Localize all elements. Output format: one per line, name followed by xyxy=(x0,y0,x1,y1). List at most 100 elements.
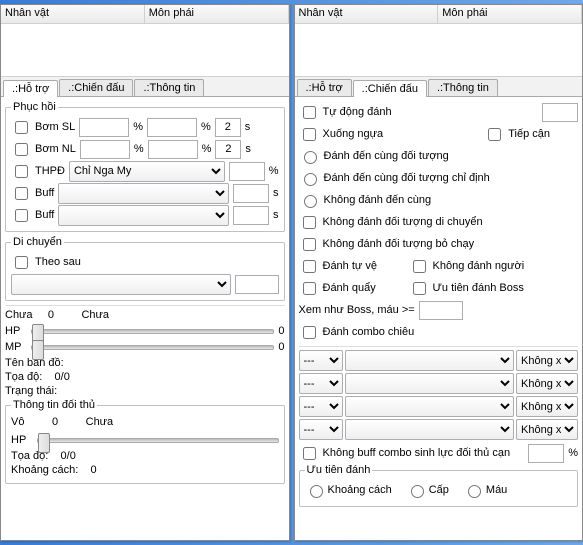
buff2-select[interactable] xyxy=(58,205,229,226)
tab-combat[interactable]: .:Chiến đấu xyxy=(353,80,427,97)
rad-prio-level[interactable] xyxy=(411,485,424,498)
tab-combat[interactable]: .:Chiến đấu xyxy=(59,79,133,96)
hp-slider[interactable] xyxy=(31,323,274,339)
chk-combo[interactable] xyxy=(303,326,316,339)
chk-buff1[interactable] xyxy=(15,187,28,200)
auto-attack-label: Tự động đánh xyxy=(323,106,392,118)
right-content: Tự động đánh Xuống ngựa Tiếp cận Đánh đế… xyxy=(295,97,583,540)
tab-support[interactable]: .:Hỗ trợ xyxy=(297,79,352,96)
prio-title: Ưu tiên đánh xyxy=(305,464,373,476)
left-panel: Nhân vật Môn phái .:Hỗ trợ .:Chiến đấu .… xyxy=(0,4,290,541)
combo2-b[interactable] xyxy=(345,373,515,394)
combo3-a[interactable]: --- xyxy=(299,396,343,417)
nl-pct2[interactable] xyxy=(148,140,198,159)
combo4-a[interactable]: --- xyxy=(299,419,343,440)
sl-pct1[interactable] xyxy=(79,118,129,137)
thpd-select[interactable]: Chỉ Nga My xyxy=(69,161,225,182)
enemy-coord-value: 0/0 xyxy=(61,450,76,462)
follow-label: Theo sau xyxy=(35,256,81,268)
rad-hit-until-fixed[interactable] xyxy=(304,173,317,186)
coord-label: Tọa độ: xyxy=(5,371,42,383)
chk-pump-sl[interactable] xyxy=(15,121,28,134)
nl-pct1[interactable] xyxy=(80,140,130,159)
unit-s: s xyxy=(245,121,251,133)
chk-self-defense[interactable] xyxy=(303,260,316,273)
chk-no-player[interactable] xyxy=(413,260,426,273)
sl-sec[interactable] xyxy=(215,118,241,137)
chk-follow[interactable] xyxy=(15,256,28,269)
chk-auto-attack[interactable] xyxy=(303,106,316,119)
tab-strip: .:Hỗ trợ .:Chiến đấu .:Thông tin xyxy=(295,77,583,97)
combo3-b[interactable] xyxy=(345,396,515,417)
enemy-dist-label: Khoảng cách: xyxy=(11,464,78,476)
char-grid-header: Nhân vật Môn phái xyxy=(295,5,583,24)
buff1-sec[interactable] xyxy=(233,184,269,203)
chk-pump-nl[interactable] xyxy=(15,143,28,156)
priority-group: Ưu tiên đánh Khoảng cách Cấp Máu xyxy=(299,464,579,507)
unit-s: s xyxy=(245,143,251,155)
thpd-pct[interactable] xyxy=(229,162,265,181)
combo2-a[interactable]: --- xyxy=(299,373,343,394)
char-grid-body[interactable] xyxy=(1,24,289,77)
mp-label: MP xyxy=(5,341,27,353)
nl-sec[interactable] xyxy=(215,140,241,159)
auto-attack-value[interactable] xyxy=(542,103,578,122)
boss-hp-input[interactable] xyxy=(419,301,463,320)
tab-support[interactable]: .:Hỗ trợ xyxy=(3,80,58,97)
buff2-sec[interactable] xyxy=(233,206,269,225)
combo2-c[interactable]: Không x xyxy=(516,373,578,394)
combo1-a[interactable]: --- xyxy=(299,350,343,371)
chk-spin[interactable] xyxy=(303,282,316,295)
rad-prio-hp[interactable] xyxy=(468,485,481,498)
tab-info[interactable]: .:Thông tin xyxy=(428,79,498,96)
chk-not-flee[interactable] xyxy=(303,238,316,251)
thpd-label: THPĐ xyxy=(35,165,65,177)
combo1-c[interactable]: Không x xyxy=(516,350,578,371)
rad-hit-until[interactable] xyxy=(304,151,317,164)
recovery-group: Phục hồi Bơm SL % % s Bơm NL % % s xyxy=(5,101,285,232)
combo4-b[interactable] xyxy=(345,419,515,440)
chk-boss-first[interactable] xyxy=(413,282,426,295)
chk-dismount[interactable] xyxy=(303,128,316,141)
rad-prio-dist[interactable] xyxy=(310,485,323,498)
enemy-hp-slider[interactable] xyxy=(37,432,279,448)
follow-select[interactable] xyxy=(11,274,231,295)
mp-slider[interactable] xyxy=(31,339,274,355)
chk-thpd[interactable] xyxy=(15,165,28,178)
hp-label: HP xyxy=(5,325,27,337)
follow-value[interactable] xyxy=(235,275,279,294)
chk-not-moving[interactable] xyxy=(303,216,316,229)
status-summary: Chưa 0 Chưa xyxy=(5,309,285,321)
mp-value: 0 xyxy=(278,341,284,353)
pump-nl-label: Bơm NL xyxy=(35,143,76,155)
chk-approach[interactable] xyxy=(488,128,501,141)
rad-not-until[interactable] xyxy=(304,195,317,208)
move-title: Di chuyển xyxy=(11,236,64,248)
char-grid-body[interactable] xyxy=(295,24,583,77)
col-char[interactable]: Nhân vật xyxy=(295,5,439,23)
col-char[interactable]: Nhân vật xyxy=(1,5,145,23)
combo1-b[interactable] xyxy=(345,350,515,371)
combo-row-3: --- Không x xyxy=(299,396,579,417)
col-sect[interactable]: Môn phái xyxy=(438,5,582,23)
unit-pct: % xyxy=(201,121,211,133)
combo-row-2: --- Không x xyxy=(299,373,579,394)
movement-group: Di chuyển Theo sau xyxy=(5,236,285,301)
chk-buff2[interactable] xyxy=(15,209,28,222)
buff1-select[interactable] xyxy=(58,183,229,204)
col-sect[interactable]: Môn phái xyxy=(145,5,289,23)
char-grid-header: Nhân vật Môn phái xyxy=(1,5,289,24)
combo3-c[interactable]: Không x xyxy=(516,396,578,417)
unit-pct: % xyxy=(133,121,143,133)
map-name-label: Tên bản đồ: xyxy=(5,357,285,369)
combo4-c[interactable]: Không x xyxy=(516,419,578,440)
sl-pct2[interactable] xyxy=(147,118,197,137)
buff1-label: Buff xyxy=(35,187,54,199)
chk-no-buff-combo[interactable] xyxy=(303,447,316,460)
coord-value: 0/0 xyxy=(55,371,70,383)
tab-info[interactable]: .:Thông tin xyxy=(134,79,204,96)
boss-hp-label: Xem như Boss, máu >= xyxy=(299,304,415,316)
nobuff-combo-pct[interactable] xyxy=(528,444,564,463)
unit-pct: % xyxy=(269,165,279,177)
combo-row-1: --- Không x xyxy=(299,350,579,371)
